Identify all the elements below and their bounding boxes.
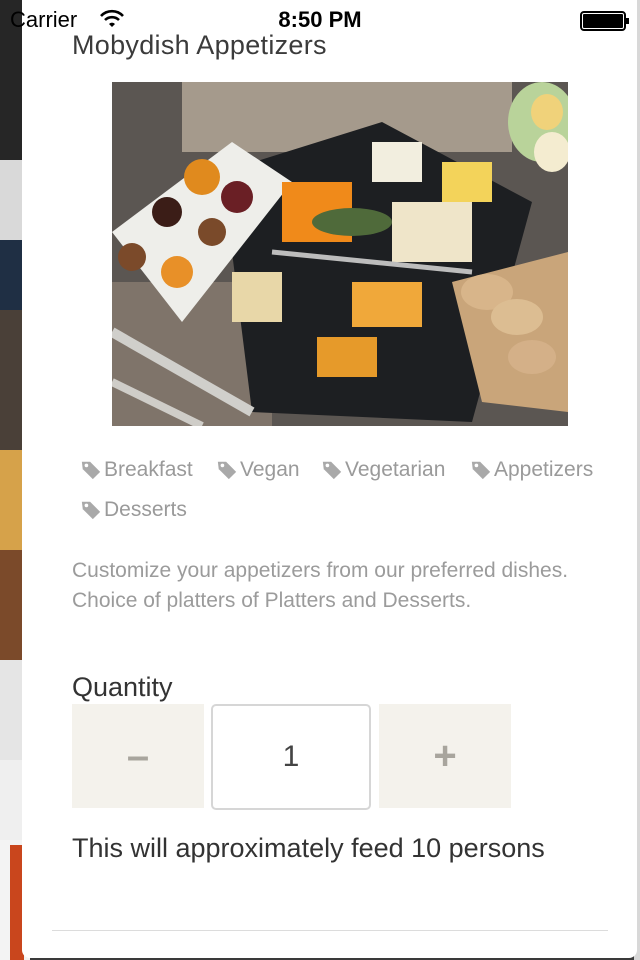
decrement-button[interactable]: –: [72, 704, 204, 808]
feed-note: This will approximately feed 10 persons: [72, 833, 545, 863]
quantity-label: Quantity: [72, 672, 173, 702]
increment-button[interactable]: +: [379, 704, 511, 808]
tag-label: Vegan: [240, 458, 300, 481]
tag-appetizers[interactable]: Appetizers: [470, 458, 593, 482]
divider: [52, 930, 608, 931]
tag-label: Desserts: [104, 498, 187, 521]
tag-breakfast[interactable]: Breakfast: [80, 458, 193, 482]
quantity-field[interactable]: [211, 704, 371, 810]
product-description: Customize your appetizers from our prefe…: [72, 559, 569, 612]
tag-label: Appetizers: [494, 458, 594, 481]
tag-label: Breakfast: [104, 458, 193, 481]
tag-vegetarian[interactable]: Vegetarian: [321, 458, 445, 482]
tag-icon: [81, 461, 101, 480]
tag-icon: [322, 461, 342, 480]
tag-icon: [81, 501, 101, 520]
tag-icon: [471, 461, 491, 480]
battery-icon: [580, 11, 629, 31]
product-modal: Mobydish Appetizers Breakfast Vegan Vege…: [22, 0, 637, 958]
status-bar: Carrier 8:50 PM: [0, 0, 640, 40]
clock: 8:50 PM: [278, 7, 362, 32]
platter-photo: [112, 82, 568, 426]
tag-label: Vegetarian: [345, 458, 446, 481]
tag-icon: [217, 461, 237, 480]
product-image: [112, 82, 568, 426]
tag-vegan[interactable]: Vegan: [216, 458, 300, 482]
tag-desserts[interactable]: Desserts: [80, 498, 187, 522]
